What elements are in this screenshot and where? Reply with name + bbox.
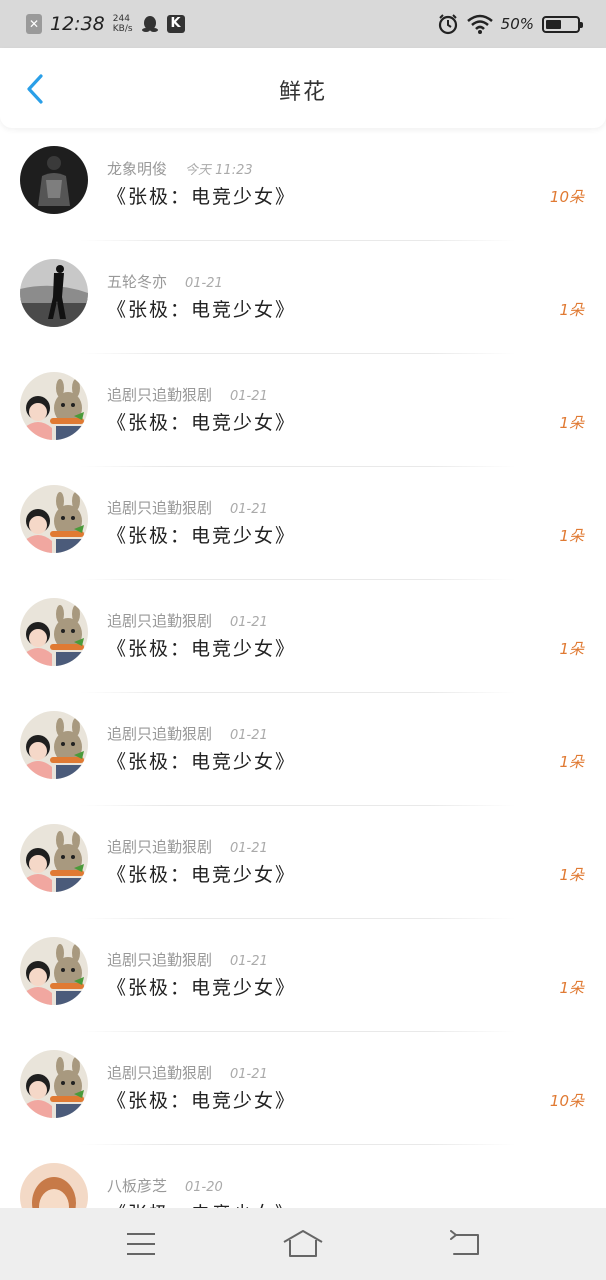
timestamp: 01-21	[185, 276, 223, 291]
book-title: 《张极：电竞少女》	[107, 751, 297, 773]
item-meta: 龙象明俊 今天 11:23	[107, 158, 253, 179]
flower-count: 1朵	[559, 301, 584, 319]
timestamp: 今天 11:23	[185, 163, 253, 178]
home-icon	[283, 1230, 323, 1257]
username[interactable]: 追剧只追勤狠剧	[107, 610, 212, 631]
avatar[interactable]	[20, 259, 88, 327]
home-button[interactable]	[273, 1219, 333, 1269]
timestamp: 01-21	[230, 954, 268, 969]
username[interactable]: 追剧只追勤狠剧	[107, 723, 212, 744]
status-bar-left: ✕ 12:38 244 KB/s K	[26, 13, 185, 35]
item-meta: 追剧只追勤狠剧 01-21	[107, 949, 268, 970]
username[interactable]: 追剧只追勤狠剧	[107, 497, 212, 518]
list-item[interactable]: 龙象明俊 今天 11:23 《张极：电竞少女》 10朵	[0, 128, 606, 241]
flower-count: 1朵	[559, 527, 584, 545]
book-title: 《张极：电竞少女》	[107, 299, 297, 321]
battery-percent: 50%	[500, 15, 534, 33]
flower-count: 1朵	[559, 753, 584, 771]
network-speed: 244 KB/s	[113, 14, 133, 34]
flower-count: 1朵	[559, 979, 584, 997]
flower-gift-list: 龙象明俊 今天 11:23 《张极：电竞少女》 10朵 五轮冬亦 01-21 《张极：电竞少…	[0, 128, 606, 1258]
list-item[interactable]: 追剧只追勤狠剧 01-21 《张极：电竞少女》 1朵	[0, 354, 606, 467]
username[interactable]: 追剧只追勤狠剧	[107, 1062, 212, 1083]
flower-count: 1朵	[559, 414, 584, 432]
avatar[interactable]	[20, 824, 88, 892]
avatar[interactable]	[20, 711, 88, 779]
item-meta: 追剧只追勤狠剧 01-21	[107, 610, 268, 631]
list-item[interactable]: 追剧只追勤狠剧 01-21 《张极：电竞少女》 10朵	[0, 1032, 606, 1145]
wifi-icon	[466, 14, 493, 34]
network-speed-unit: KB/s	[112, 24, 133, 34]
list-item[interactable]: 追剧只追勤狠剧 01-21 《张极：电竞少女》 1朵	[0, 467, 606, 580]
menu-icon	[127, 1233, 155, 1255]
page-title: 鲜花	[278, 80, 327, 105]
app-header: 鲜花	[0, 48, 606, 128]
flower-count: 10朵	[549, 1092, 584, 1110]
book-title: 《张极：电竞少女》	[107, 412, 297, 434]
flower-count: 1朵	[559, 866, 584, 884]
avatar[interactable]	[20, 146, 88, 214]
avatar[interactable]	[20, 598, 88, 666]
flower-count: 10朵	[549, 188, 584, 206]
return-button[interactable]	[435, 1219, 495, 1269]
list-item[interactable]: 追剧只追勤狠剧 01-21 《张极：电竞少女》 1朵	[0, 919, 606, 1032]
timestamp: 01-21	[230, 389, 268, 404]
item-meta: 五轮冬亦 01-21	[107, 271, 223, 292]
username[interactable]: 追剧只追勤狠剧	[107, 384, 212, 405]
username[interactable]: 龙象明俊	[107, 158, 167, 179]
item-meta: 追剧只追勤狠剧 01-21	[107, 384, 268, 405]
return-icon	[450, 1230, 479, 1255]
book-title: 《张极：电竞少女》	[107, 638, 297, 660]
battery-icon	[542, 15, 583, 33]
battery-fill	[546, 19, 561, 29]
book-title: 《张极：电竞少女》	[107, 977, 297, 999]
avatar[interactable]	[20, 1050, 88, 1118]
avatar[interactable]	[20, 372, 88, 440]
username[interactable]: 追剧只追勤狠剧	[107, 836, 212, 857]
close-notification-icon: ✕	[26, 14, 42, 34]
item-meta: 八板彦芝 01-20	[107, 1175, 223, 1196]
username[interactable]: 八板彦芝	[107, 1175, 167, 1196]
username[interactable]: 追剧只追勤狠剧	[107, 949, 212, 970]
timestamp: 01-21	[230, 615, 268, 630]
timestamp: 01-20	[185, 1180, 223, 1195]
flower-count: 1朵	[559, 640, 584, 658]
timestamp: 01-21	[230, 728, 268, 743]
menu-button[interactable]	[111, 1219, 171, 1269]
item-meta: 追剧只追勤狠剧 01-21	[107, 497, 268, 518]
book-title: 《张极：电竞少女》	[107, 1090, 297, 1112]
book-title: 《张极：电竞少女》	[107, 186, 297, 208]
book-title: 《张极：电竞少女》	[107, 864, 297, 886]
list-item[interactable]: 追剧只追勤狠剧 01-21 《张极：电竞少女》 1朵	[0, 693, 606, 806]
book-title: 《张极：电竞少女》	[107, 525, 297, 547]
avatar[interactable]	[20, 937, 88, 1005]
list-item[interactable]: 追剧只追勤狠剧 01-21 《张极：电竞少女》 1朵	[0, 580, 606, 693]
network-speed-value: 244	[112, 14, 130, 24]
list-item[interactable]: 追剧只追勤狠剧 01-21 《张极：电竞少女》 1朵	[0, 806, 606, 919]
item-meta: 追剧只追勤狠剧 01-21	[107, 723, 268, 744]
system-nav-bar	[0, 1208, 606, 1280]
item-meta: 追剧只追勤狠剧 01-21	[107, 836, 268, 857]
status-bar: ✕ 12:38 244 KB/s K 50%	[0, 0, 606, 48]
timestamp: 01-21	[230, 1067, 268, 1082]
k-app-icon: K	[166, 15, 185, 33]
username[interactable]: 五轮冬亦	[107, 271, 167, 292]
list-item[interactable]: 五轮冬亦 01-21 《张极：电竞少女》 1朵	[0, 241, 606, 354]
alarm-clock-icon	[438, 14, 457, 35]
item-meta: 追剧只追勤狠剧 01-21	[107, 1062, 268, 1083]
avatar[interactable]	[20, 485, 88, 553]
qq-penguin-icon	[141, 16, 158, 32]
status-time: 12:38	[50, 13, 105, 35]
timestamp: 01-21	[230, 841, 268, 856]
timestamp: 01-21	[230, 502, 268, 517]
status-bar-right: 50%	[437, 13, 583, 35]
